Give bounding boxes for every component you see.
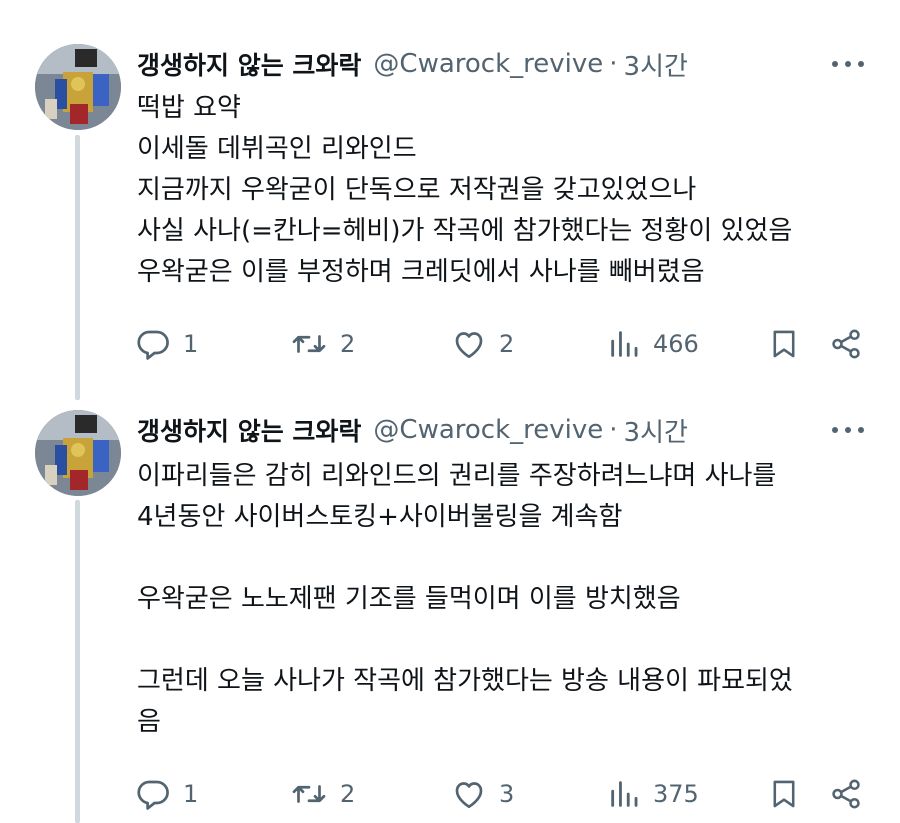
share-button[interactable] (829, 324, 863, 364)
views-button[interactable]: 466 (607, 324, 699, 364)
retweet-button[interactable]: 2 (290, 774, 355, 814)
bookmark-button[interactable] (767, 324, 801, 364)
retweet-icon (292, 335, 326, 353)
views-count: 466 (653, 330, 699, 358)
tweet-text-blank (137, 620, 877, 661)
tweet-text-line: 이파리들은 감히 리와인드의 권리를 주장하려느냐며 사나를 (137, 461, 777, 491)
tweet-text-line: 음 (137, 707, 161, 737)
tweet[interactable]: 갱생하지 않는 크와락 @Cwarock_revive · 3시간 떡밥 요약 … (0, 0, 900, 400)
bookmark-icon (773, 780, 795, 808)
views-chart-icon (611, 781, 638, 807)
timestamp[interactable]: 3시간 (624, 46, 688, 83)
reply-button[interactable]: 1 (135, 774, 198, 814)
tweet-text-line: 4년동안 사이버스토킹+사이버불링을 계속함 (137, 502, 623, 532)
separator-dot: · (609, 49, 618, 79)
tweet-text: 이파리들은 감히 리와인드의 권리를 주장하려느냐며 사나를 4년동안 사이버스… (137, 456, 877, 743)
reply-count: 1 (183, 330, 199, 358)
reply-button[interactable]: 1 (135, 324, 198, 364)
tweet-header: 갱생하지 않는 크와락 @Cwarock_revive · 3시간 (137, 44, 688, 84)
views-count: 375 (653, 780, 699, 808)
avatar[interactable] (35, 410, 121, 496)
avatar[interactable] (35, 44, 121, 130)
tweet-text-line: 떡밥 요약 (137, 93, 241, 123)
tweet-actions: 1 2 3 375 (135, 774, 865, 814)
share-icon (832, 329, 860, 359)
tweet-text-line: 우왁굳은 이를 부정하며 크레딧에서 사나를 빼버렸음 (137, 257, 705, 287)
retweet-count: 2 (340, 330, 356, 358)
tweet-header: 갱생하지 않는 크와락 @Cwarock_revive · 3시간 (137, 410, 688, 450)
tweet-text: 떡밥 요약 이세돌 데뷔곡인 리와인드 지금까지 우왁굳이 단독으로 저작권을 … (137, 88, 877, 293)
user-handle[interactable]: @Cwarock_revive (373, 49, 603, 79)
tweet-text-line: 사실 사나(=칸나=헤비)가 작곡에 참가했다는 정황이 있었음 (137, 216, 793, 246)
share-icon (832, 779, 860, 809)
heart-icon (455, 782, 483, 809)
like-count: 3 (499, 780, 515, 808)
heart-icon (455, 332, 483, 359)
tweet-actions: 1 2 2 466 (135, 324, 865, 364)
tweet-text-line: 그런데 오늘 사나가 작곡에 참가했다는 방송 내용이 파묘되었 (137, 666, 793, 696)
user-handle[interactable]: @Cwarock_revive (373, 415, 603, 445)
views-chart-icon (611, 331, 638, 357)
separator-dot: · (609, 415, 618, 445)
tweet[interactable]: 갱생하지 않는 크와락 @Cwarock_revive · 3시간 이파리들은 … (0, 400, 900, 823)
like-count: 2 (499, 330, 515, 358)
retweet-icon (292, 785, 326, 803)
bookmark-button[interactable] (767, 774, 801, 814)
reply-count: 1 (183, 780, 199, 808)
display-name[interactable]: 갱생하지 않는 크와락 (137, 412, 361, 448)
reply-icon (137, 780, 169, 810)
tweet-text-blank (137, 538, 877, 579)
retweet-button[interactable]: 2 (290, 324, 355, 364)
tweet-text-line: 지금까지 우왁굳이 단독으로 저작권을 갖고있었으나 (137, 175, 697, 205)
like-button[interactable]: 3 (451, 774, 514, 814)
bookmark-icon (773, 330, 795, 358)
retweet-count: 2 (340, 780, 356, 808)
like-button[interactable]: 2 (451, 324, 514, 364)
views-button[interactable]: 375 (607, 774, 699, 814)
timestamp[interactable]: 3시간 (624, 412, 688, 449)
reply-icon (137, 330, 169, 360)
display-name[interactable]: 갱생하지 않는 크와락 (137, 46, 361, 82)
tweet-text-line: 우왁굳은 노노제팬 기조를 들먹이며 이를 방치했음 (137, 584, 681, 614)
tweet-text-line: 이세돌 데뷔곡인 리와인드 (137, 134, 417, 164)
share-button[interactable] (829, 774, 863, 814)
more-dots-icon[interactable] (832, 422, 864, 438)
more-dots-icon[interactable] (832, 56, 864, 72)
